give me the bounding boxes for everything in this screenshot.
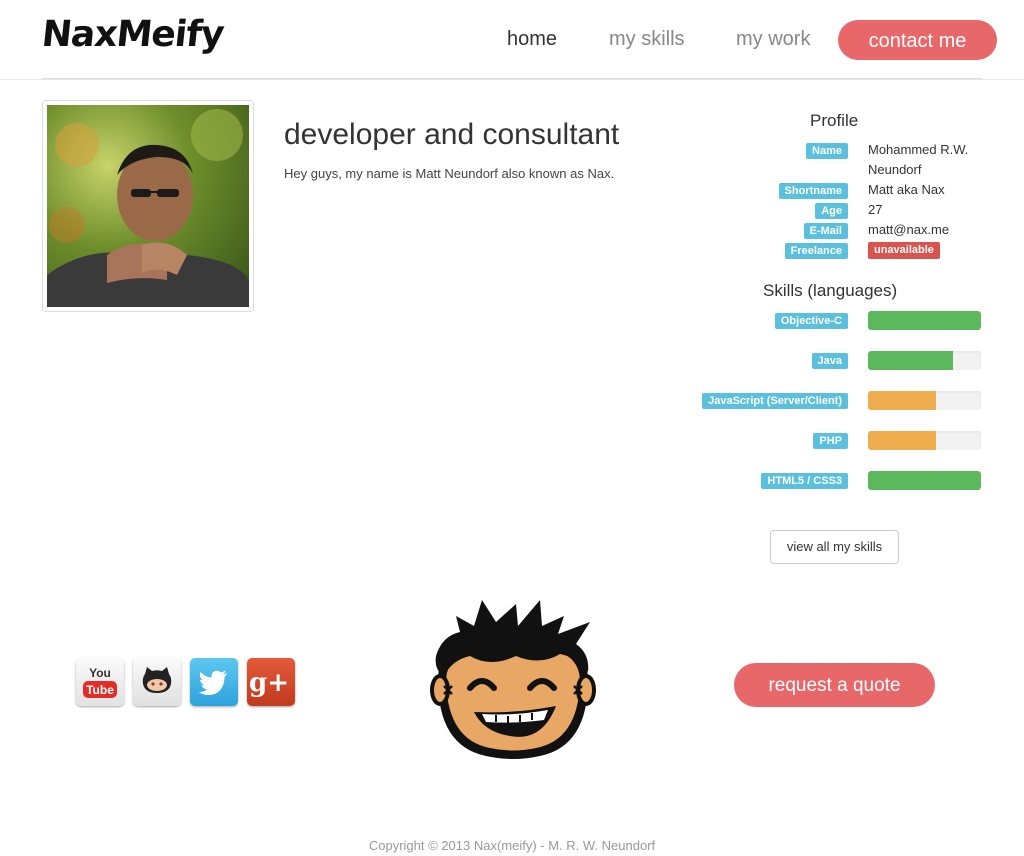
mascot-illustration [430,596,596,762]
skill-bar-fill [868,351,953,370]
nav-skills-link[interactable]: my skills [609,28,685,51]
skill-bar-track [868,391,981,410]
twitter-link[interactable] [190,658,238,706]
skill-bar-fill [868,391,936,410]
profile-photo-frame [42,100,254,312]
email-label: E-Mail [803,223,848,239]
skill-bar-fill [868,311,981,330]
skill-bar-fill [868,431,936,450]
profile-photo [47,105,249,307]
skill-bar-track [868,471,981,490]
name-label: Name [806,143,848,159]
age-label: Age [815,203,848,219]
name-value-line2: Neundorf [868,162,922,177]
skill-bar-track [868,311,981,330]
name-value-line1: Mohammed R.W. [868,142,969,157]
twitter-bird-icon [198,670,227,695]
skill-label: PHP [813,433,848,449]
email-value: matt@nax.me [868,222,950,237]
skill-bar-track [868,351,981,370]
page-headline: developer and consultant [284,118,620,151]
googleplus-link[interactable]: g+ [247,658,295,706]
site-header: NaxMeify home my skills my work contact … [0,0,1024,80]
logo-text: NaxMeify [39,14,226,55]
google-plus-icon: g+ [249,668,289,698]
nav-work-link[interactable]: my work [736,28,810,51]
skill-label: Objective-C [774,313,848,329]
shortname-label: Shortname [778,183,848,199]
skill-label: HTML5 / CSS3 [761,473,848,489]
skills-heading: Skills (languages) [763,281,898,300]
skill-label: JavaScript (Server/Client) [702,393,848,409]
skill-bar-track [868,431,981,450]
footer-copyright: Copyright © 2013 Nax(meify) - M. R. W. N… [368,838,656,853]
google-plus-text: g+ [249,668,289,698]
github-octocat-icon [142,667,172,693]
youtube-tube-text: Tube [86,683,114,697]
youtube-link[interactable]: You Tube [76,658,124,706]
intro-text: Hey guys, my name is Matt Neundorf also … [284,166,615,181]
shortname-value: Matt aka Nax [868,182,945,197]
mascot-face-icon [430,600,596,759]
contact-button[interactable]: contact me [838,20,997,60]
github-link[interactable] [133,658,181,706]
age-value: 27 [868,202,883,217]
site-logo[interactable]: NaxMeify [39,10,244,66]
profile-heading: Profile [810,111,859,130]
youtube-icon: You Tube [83,666,117,698]
request-quote-button[interactable]: request a quote [734,663,935,707]
skill-bar-fill [868,471,981,490]
skill-label: Java [811,353,848,369]
youtube-you-text: You [89,666,111,680]
freelance-label: Freelance [784,243,848,259]
nav-home-link[interactable]: home [507,28,557,51]
view-all-skills-button[interactable]: view all my skills [770,530,899,564]
freelance-status-badge: unavailable [868,242,940,259]
header-divider [42,78,982,79]
